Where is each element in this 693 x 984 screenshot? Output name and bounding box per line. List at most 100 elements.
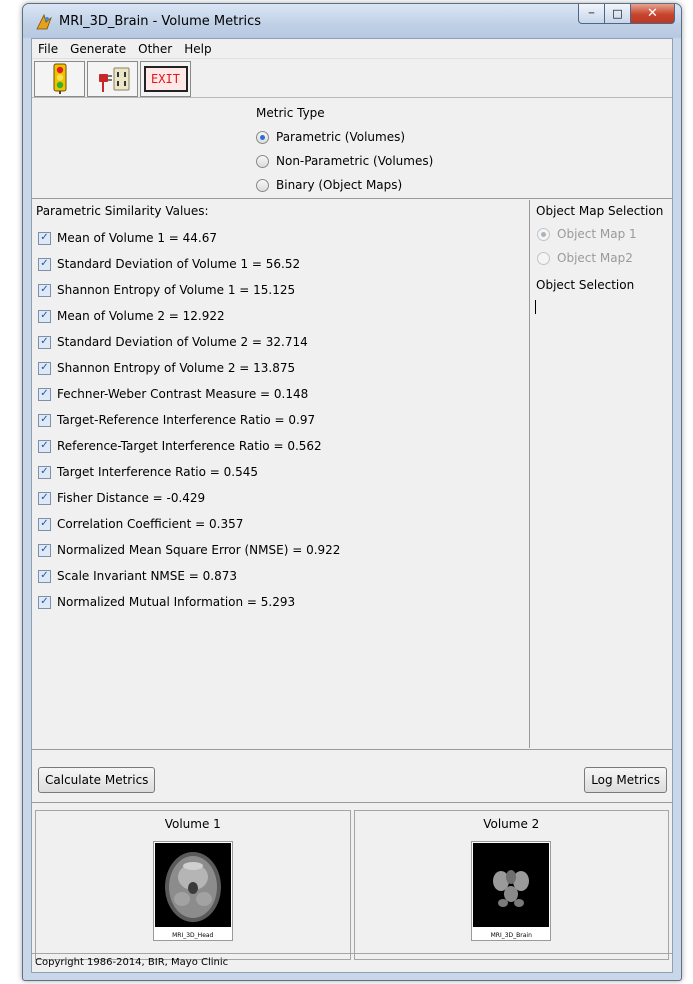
window-title: MRI_3D_Brain - Volume Metrics — [59, 14, 262, 29]
metric-checkbox-row[interactable]: ✓ Fisher Distance = -0.429 — [38, 485, 340, 511]
checkbox[interactable]: ✓ — [38, 569, 51, 583]
mri-head-image — [154, 843, 231, 927]
checkbox[interactable]: ✓ — [38, 335, 51, 349]
metric-checkbox-row[interactable]: ✓ Reference-Target Interference Ratio = 0… — [38, 433, 340, 459]
plug-button[interactable] — [87, 60, 138, 97]
menu-help[interactable]: Help — [178, 42, 217, 56]
metric-checkbox-row[interactable]: ✓ Fechner-Weber Contrast Measure = 0.148 — [38, 381, 340, 407]
metric-label: Fisher Distance = -0.429 — [57, 491, 206, 505]
metric-checkbox-row[interactable]: ✓ Target Interference Ratio = 0.545 — [38, 459, 340, 485]
volume-1-thumbnail[interactable]: MRI_3D_Head — [152, 841, 233, 941]
volume-title: Volume 1 — [164, 817, 221, 831]
metric-label: Normalized Mutual Information = 5.293 — [57, 595, 296, 609]
metric-label: Scale Invariant NMSE = 0.873 — [57, 569, 238, 583]
metric-type-panel: Metric Type Parametric (Volumes) Non-Par… — [32, 99, 672, 199]
checkbox[interactable]: ✓ — [38, 491, 51, 505]
metric-checkbox-row[interactable]: ✓ Shannon Entropy of Volume 1 = 15.125 — [38, 277, 340, 303]
checkbox[interactable]: ✓ — [38, 413, 51, 427]
minimize-button[interactable]: ─ — [578, 4, 605, 24]
metric-label: Shannon Entropy of Volume 2 = 13.875 — [57, 361, 296, 375]
metric-checkbox-row[interactable]: ✓ Normalized Mean Square Error (NMSE) = 0… — [38, 537, 340, 563]
object-map-title: Object Map Selection — [536, 204, 664, 218]
radio-binary[interactable]: Binary (Object Maps) — [256, 178, 402, 192]
toolbar: EXIT — [32, 60, 672, 98]
close-icon: ✕ — [647, 6, 658, 21]
radio-button[interactable] — [256, 130, 269, 144]
checkbox[interactable]: ✓ — [38, 257, 51, 271]
metric-label: Target Interference Ratio = 0.545 — [57, 465, 259, 479]
maximize-button[interactable]: □ — [605, 4, 631, 24]
checkbox[interactable]: ✓ — [38, 543, 51, 557]
calculate-metrics-button[interactable]: Calculate Metrics — [38, 767, 156, 793]
object-map-panel: Object Map Selection Object Map 1 Object… — [531, 200, 672, 748]
checkbox[interactable]: ✓ — [38, 595, 51, 609]
checkbox[interactable]: ✓ — [38, 283, 51, 297]
metric-type-title: Metric Type — [256, 106, 325, 120]
exit-label: EXIT — [151, 71, 180, 86]
close-button[interactable]: ✕ — [631, 4, 675, 24]
metric-label: Correlation Coefficient = 0.357 — [57, 517, 244, 531]
volumes-panel: Volume 1 MRI_3D_Head Volume 2 MRI_3D_Bra… — [35, 810, 669, 960]
radio-button[interactable] — [256, 154, 269, 168]
log-metrics-button[interactable]: Log Metrics — [584, 767, 667, 793]
menu-file[interactable]: File — [32, 42, 64, 56]
metric-checkbox-row[interactable]: ✓ Shannon Entropy of Volume 2 = 13.875 — [38, 355, 340, 381]
exit-button[interactable]: EXIT — [140, 60, 191, 97]
checkbox[interactable]: ✓ — [38, 465, 51, 479]
metric-label: Target-Reference Interference Ratio = 0.… — [57, 413, 316, 427]
metric-checkbox-row[interactable]: ✓ Standard Deviation of Volume 2 = 32.714 — [38, 329, 340, 355]
radio-label: Object Map2 — [557, 251, 633, 265]
checkbox[interactable]: ✓ — [38, 231, 51, 245]
menu-bar: File Generate Other Help — [32, 39, 672, 59]
object-selection-field[interactable] — [535, 300, 536, 314]
metric-label: Normalized Mean Square Error (NMSE) = 0.… — [57, 543, 341, 557]
radio-non-parametric[interactable]: Non-Parametric (Volumes) — [256, 154, 433, 168]
metric-label: Standard Deviation of Volume 2 = 32.714 — [57, 335, 308, 349]
metric-checkbox-row[interactable]: ✓ Scale Invariant NMSE = 0.873 — [38, 563, 340, 589]
main-frame: File Generate Other Help EXIT Metric Typ… — [31, 38, 673, 973]
checkbox[interactable]: ✓ — [38, 439, 51, 453]
menu-other[interactable]: Other — [132, 42, 178, 56]
volume-2-cell: Volume 2 MRI_3D_Brain — [353, 810, 669, 960]
checkbox[interactable]: ✓ — [38, 309, 51, 323]
metric-label: Standard Deviation of Volume 1 = 56.52 — [57, 257, 301, 271]
volume-1-cell: Volume 1 MRI_3D_Head — [35, 810, 351, 960]
metric-checkbox-row[interactable]: ✓ Correlation Coefficient = 0.357 — [38, 511, 340, 537]
mri-brain-image — [473, 843, 550, 927]
object-selection-label: Object Selection — [536, 278, 635, 292]
radio-button[interactable] — [256, 178, 269, 192]
checkbox[interactable]: ✓ — [38, 517, 51, 531]
plug-icon — [98, 67, 129, 92]
radio-parametric[interactable]: Parametric (Volumes) — [256, 130, 405, 144]
volume-name: MRI_3D_Head — [172, 932, 214, 939]
button-bar: Calculate Metrics Log Metrics — [32, 749, 672, 803]
radio-label: Binary (Object Maps) — [276, 178, 403, 192]
traffic-light-button[interactable] — [34, 60, 85, 97]
metric-checkbox-row[interactable]: ✓ Target-Reference Interference Ratio = 0… — [38, 407, 340, 433]
similarity-values-panel: Parametric Similarity Values: ✓ Mean of V… — [32, 200, 530, 748]
volume-name: MRI_3D_Brain — [490, 932, 532, 939]
checkbox[interactable]: ✓ — [38, 387, 51, 401]
metric-checkbox-row[interactable]: ✓ Mean of Volume 2 = 12.922 — [38, 303, 340, 329]
volume-2-thumbnail[interactable]: MRI_3D_Brain — [471, 841, 552, 941]
radio-object-map-2[interactable]: Object Map2 — [537, 251, 633, 265]
title-bar[interactable]: MRI_3D_Brain - Volume Metrics ─ □ ✕ — [23, 4, 681, 38]
checkbox[interactable]: ✓ — [38, 361, 51, 375]
metric-checkbox-row[interactable]: ✓ Standard Deviation of Volume 1 = 56.52 — [38, 251, 340, 277]
menu-generate[interactable]: Generate — [64, 42, 132, 56]
metric-label: Fechner-Weber Contrast Measure = 0.148 — [57, 387, 309, 401]
metric-checkbox-row[interactable]: ✓ Mean of Volume 1 = 44.67 — [38, 225, 340, 251]
radio-button[interactable] — [537, 227, 550, 241]
radio-label: Non-Parametric (Volumes) — [276, 154, 434, 168]
metric-checkbox-row[interactable]: ✓ Normalized Mutual Information = 5.293 — [38, 589, 340, 615]
radio-object-map-1[interactable]: Object Map 1 — [537, 227, 637, 241]
exit-icon: EXIT — [143, 65, 188, 92]
app-icon — [36, 13, 52, 30]
values-title: Parametric Similarity Values: — [36, 204, 209, 218]
volume-title: Volume 2 — [483, 817, 540, 831]
metric-list: ✓ Mean of Volume 1 = 44.67 ✓ Standard Devi… — [38, 225, 340, 615]
maximize-icon: □ — [612, 7, 623, 20]
minimize-icon: ─ — [588, 8, 595, 19]
app-window: MRI_3D_Brain - Volume Metrics ─ □ ✕ File… — [22, 3, 682, 981]
radio-button[interactable] — [537, 251, 550, 265]
